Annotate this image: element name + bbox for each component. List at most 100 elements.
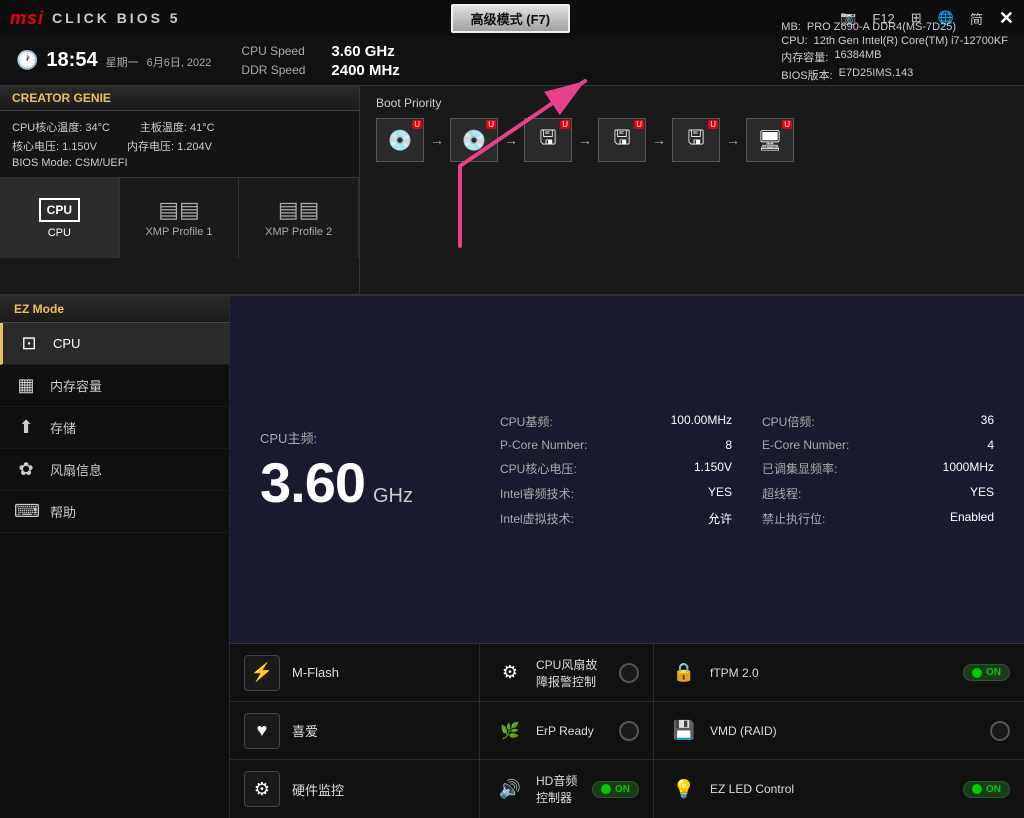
- boot-device-net[interactable]: 🖥 U: [746, 118, 794, 162]
- mem-voltage-label: 内存电压:: [127, 141, 174, 153]
- hwmonitor-item[interactable]: ⚙ 硬件监控: [230, 760, 480, 818]
- bottom-bar: ⚡ M-Flash ⚙ CPU风扇故障报警控制 🔒 fTPM 2.0 ON: [230, 643, 1024, 818]
- boot-device-usb1[interactable]: 🖫 U: [524, 118, 572, 162]
- cpu-label: CPU:: [781, 35, 807, 47]
- sidebar-item-cpu[interactable]: ⊡ CPU: [0, 323, 229, 365]
- sidebar-fan-label: 风扇信息: [50, 460, 102, 479]
- help-sidebar-icon: ⌨: [14, 501, 38, 522]
- cpu-main-label: CPU主频:: [260, 428, 460, 447]
- ftpm-toggle[interactable]: ON: [963, 664, 1010, 681]
- boot-arrow-2: →: [504, 132, 518, 148]
- cpu-temp-value: 34°C: [85, 122, 110, 134]
- xmp2-tab-label: XMP Profile 2: [265, 226, 332, 238]
- cpu-specs: CPU基频: 100.00MHz CPU倍频: 36 P-Core Number…: [500, 316, 994, 623]
- boot-devices: 💿 U → 💿 U → 🖫 U → 🖫 U → 🖫 U →: [376, 118, 1008, 162]
- mflash-item[interactable]: ⚡ M-Flash: [230, 644, 480, 701]
- bios-label: BIOS版本:: [781, 67, 832, 83]
- creator-tab-cpu[interactable]: CPU CPU: [0, 178, 120, 258]
- mb-value: PRO Z690-A DDR4(MS-7D25): [807, 21, 956, 33]
- boot-badge-2: U: [486, 120, 496, 129]
- core-voltage-value: 1.150V: [62, 141, 97, 153]
- cpu-speed-label: CPU Speed: [241, 44, 321, 58]
- storage-sidebar-icon: ⬆: [14, 417, 38, 438]
- boot-priority-section: Boot Priority 💿 U → 💿 U → 🖫 U → 🖫 U →: [360, 86, 1024, 294]
- usb3-icon: 🖫: [687, 123, 704, 157]
- erp-item[interactable]: 🌿 ErP Ready: [480, 702, 654, 759]
- cpu-spec-pcore: P-Core Number: 8: [500, 436, 732, 454]
- sidebar-cpu-label: CPU: [53, 336, 80, 351]
- cpu-spec-base-freq: CPU基频: 100.00MHz: [500, 411, 732, 432]
- xmp1-tab-icon: ▤▤: [158, 199, 200, 221]
- hdaudio-item[interactable]: 🔊 HD音频控制器 ON: [480, 760, 654, 818]
- ftpm-icon: 🔒: [668, 657, 700, 689]
- creator-genie-header: CREATOR GENIE: [0, 86, 359, 111]
- usb2-icon: 🖫: [613, 123, 630, 157]
- boot-device-usb3[interactable]: 🖫 U: [672, 118, 720, 162]
- boot-device-usb2[interactable]: 🖫 U: [598, 118, 646, 162]
- ddr-speed-label: DDR Speed: [241, 63, 321, 77]
- favorites-icon: ♥: [244, 713, 280, 749]
- vmd-item[interactable]: 💾 VMD (RAID): [654, 702, 1024, 759]
- xmp1-tab-label: XMP Profile 1: [145, 226, 212, 238]
- current-date: 6月6日, 2022: [147, 54, 212, 70]
- creator-panel: CREATOR GENIE CPU核心温度: 34°C 主板温度: 41°C 核…: [0, 86, 360, 294]
- sidebar-memory-label: 内存容量: [50, 376, 102, 395]
- ddr-speed-row: DDR Speed 2400 MHz: [241, 62, 399, 79]
- ezled-item[interactable]: 💡 EZ LED Control ON: [654, 760, 1024, 818]
- sidebar-item-memory[interactable]: ▦ 内存容量: [0, 365, 229, 407]
- clock-icon: 🕐: [16, 50, 38, 71]
- ftpm-item[interactable]: 🔒 fTPM 2.0 ON: [654, 644, 1024, 701]
- sidebar-help-label: 帮助: [50, 502, 76, 521]
- boot-device-hdd[interactable]: 💿 U: [376, 118, 424, 162]
- cpu-frequency: 3.60: [260, 455, 365, 511]
- ezled-icon: 💡: [668, 773, 700, 805]
- ez-mode-header: EZ Mode: [0, 296, 229, 323]
- boot-arrow-4: →: [652, 132, 666, 148]
- xmp2-tab-icon: ▤▤: [278, 199, 320, 221]
- hdaudio-icon: 🔊: [494, 773, 526, 805]
- info-bar: 🕐 18:54 星期一 6月6日, 2022 CPU Speed 3.60 GH…: [0, 36, 1024, 86]
- ezled-label: EZ LED Control: [710, 782, 953, 796]
- boot-arrow-5: →: [726, 132, 740, 148]
- ftpm-toggle-dot: [972, 668, 982, 678]
- ezled-toggle[interactable]: ON: [963, 781, 1010, 798]
- cpu-tab-icon: CPU: [39, 198, 80, 222]
- cpu-fan-toggle[interactable]: [619, 663, 639, 683]
- ftpm-label: fTPM 2.0: [710, 666, 953, 680]
- main-content: CPU主频: 3.60 GHz CPU基频: 100.00MHz CPU倍频: …: [230, 296, 1024, 818]
- sidebar-item-fan[interactable]: ✿ 风扇信息: [0, 449, 229, 491]
- sidebar-item-storage[interactable]: ⬆ 存储: [0, 407, 229, 449]
- advanced-mode-button[interactable]: 高级模式 (F7): [451, 4, 570, 33]
- boot-badge-3: U: [560, 120, 570, 129]
- hdaudio-toggle[interactable]: ON: [592, 781, 639, 798]
- creator-tabs: CPU CPU ▤▤ XMP Profile 1 ▤▤ XMP Profile …: [0, 178, 359, 258]
- cpu-sidebar-icon: ⊡: [17, 333, 41, 354]
- cpu-temp-row: CPU核心温度: 34°C: [12, 119, 110, 135]
- bios-value: E7D25IMS.143: [839, 67, 914, 83]
- cpu-spec-turbo: Intel睿频技术: YES: [500, 483, 732, 504]
- cpu-fan-label: CPU风扇故障报警控制: [536, 656, 609, 690]
- vmd-toggle[interactable]: [990, 721, 1010, 741]
- creator-tab-xmp2[interactable]: ▤▤ XMP Profile 2: [239, 178, 359, 258]
- time-group: 18:54 星期一 6月6日, 2022: [46, 49, 211, 72]
- favorites-item[interactable]: ♥ 喜爱: [230, 702, 480, 759]
- mb-label: MB:: [781, 21, 801, 33]
- core-voltage-row: 核心电压: 1.150V: [12, 138, 97, 154]
- bios-mode-value: CSM/UEFI: [75, 157, 128, 169]
- erp-label: ErP Ready: [536, 724, 609, 738]
- erp-toggle[interactable]: [619, 721, 639, 741]
- erp-icon: 🌿: [494, 715, 526, 747]
- msi-logo: msi: [10, 8, 44, 29]
- sidebar-item-help[interactable]: ⌨ 帮助: [0, 491, 229, 533]
- boot-device-cd[interactable]: 💿 U: [450, 118, 498, 162]
- creator-tab-xmp1[interactable]: ▤▤ XMP Profile 1: [120, 178, 240, 258]
- bios-mode-row: BIOS Mode: CSM/UEFI: [12, 157, 347, 169]
- cpu-speed-value: 3.60 GHz: [331, 43, 394, 60]
- weekday: 星期一: [106, 54, 139, 70]
- cpu-fan-item[interactable]: ⚙ CPU风扇故障报警控制: [480, 644, 654, 701]
- sidebar: EZ Mode ⊡ CPU ▦ 内存容量 ⬆ 存储 ✿ 风扇信息 ⌨ 帮助: [0, 296, 230, 818]
- title-bar-center: 高级模式 (F7): [451, 4, 570, 33]
- vmd-icon: 💾: [668, 715, 700, 747]
- fan-sidebar-icon: ✿: [14, 459, 38, 480]
- cpu-value: 12th Gen Intel(R) Core(TM) i7-12700KF: [814, 35, 1008, 47]
